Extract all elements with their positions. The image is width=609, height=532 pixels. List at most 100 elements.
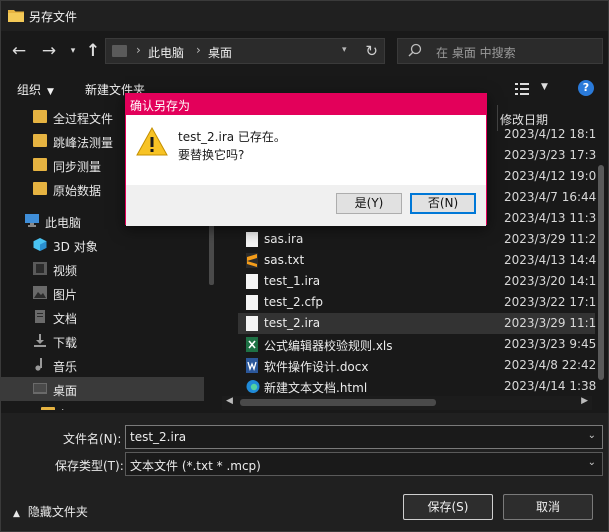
file-date: 2023/3/29 11:1 (504, 316, 597, 330)
search-input[interactable]: 在 桌面 中搜索 (397, 38, 603, 64)
file-name: 公式编辑器校验规则.xls (264, 339, 393, 353)
file-name: sas.txt (264, 253, 305, 267)
file-list-horizontal-scrollbar[interactable]: ◀ ▶ (222, 396, 592, 410)
chevron-down-icon[interactable]: ▾ (342, 45, 347, 55)
scrollbar-thumb[interactable] (598, 165, 604, 380)
save-file-window: 另存文件 ← → ▾ ↑ › 此电脑 › 桌面 ▾ ↻ 在 桌面 中搜索 组织 ▼… (0, 0, 609, 532)
breadcrumb-desktop[interactable]: 桌面 (208, 44, 232, 61)
file-row-test-2-cfp[interactable]: test_2.cfp 2023/3/22 17:1 (238, 292, 596, 313)
warning-icon (136, 127, 168, 156)
file-date: 2023/3/29 11:2 (504, 232, 597, 246)
file-icon (246, 295, 258, 310)
chevron-up-icon: ▲ (13, 509, 20, 519)
file-row-docx[interactable]: 软件操作设计.docx 2023/4/8 22:42 (238, 355, 597, 376)
nav-item-label: 跳峰法测量 (53, 136, 114, 150)
chevron-right-icon: › (196, 43, 201, 57)
nav-item-label: 下载 (53, 336, 78, 350)
nav-item-label: temp (61, 407, 92, 410)
nav-item-pictures[interactable]: 图片 (1, 281, 204, 305)
nav-item-label: 视频 (53, 264, 78, 278)
forward-button[interactable]: → (37, 39, 61, 63)
no-button[interactable]: 否(N) (410, 193, 476, 214)
nav-item-label: 3D 对象 (53, 240, 98, 254)
save-button[interactable]: 保存(S) (403, 494, 493, 520)
file-date: 2023/3/23 9:45 (504, 337, 597, 351)
file-date: 2023/4/14 1:38 (504, 379, 597, 393)
file-list-vertical-scrollbar[interactable] (592, 105, 608, 410)
filetype-select[interactable]: 文本文件 (*.txt * .mcp) ⌄ (125, 452, 603, 476)
3d-objects-icon (33, 238, 47, 251)
file-name: sas.ira (264, 232, 304, 246)
download-icon (34, 334, 46, 347)
save-form: 文件名(N): test_2.ira ⌄ 保存类型(T): 文本文件 (*.tx… (1, 413, 608, 531)
file-name: 软件操作设计.docx (264, 360, 369, 374)
chevron-down-icon[interactable]: ⌄ (588, 457, 596, 468)
nav-item-label: 桌面 (53, 384, 78, 398)
back-button[interactable]: ← (7, 39, 31, 63)
file-name: test_2.ira (264, 316, 321, 330)
nav-item-label: 图片 (53, 288, 78, 302)
filetype-value: 文本文件 (*.txt * .mcp) (130, 459, 261, 473)
documents-icon (35, 310, 45, 323)
file-name: 新建文本文档.html (264, 381, 368, 395)
view-options-icon[interactable] (515, 83, 529, 95)
file-row-sas-txt[interactable]: sas.txt 2023/4/13 14:4 (238, 250, 597, 271)
nav-item-temp[interactable]: temp (1, 402, 204, 410)
cancel-button[interactable]: 取消 (503, 494, 593, 520)
scroll-right-icon[interactable]: ▶ (581, 396, 588, 406)
folder-icon (33, 134, 47, 147)
file-name: test_2.cfp (264, 295, 323, 309)
organize-menu[interactable]: 组织 ▼ (17, 81, 54, 98)
file-row-html[interactable]: 新建文本文档.html 2023/4/14 1:38 (238, 376, 597, 397)
chevron-down-icon[interactable]: ⌄ (588, 430, 596, 441)
scroll-left-icon[interactable]: ◀ (226, 396, 233, 406)
desktop-icon (33, 383, 47, 394)
music-icon (35, 358, 42, 371)
nav-item-documents[interactable]: 文档 (1, 305, 204, 329)
nav-item-label: 文档 (53, 312, 78, 326)
folder-icon (112, 45, 127, 57)
file-row-sas-ira[interactable]: sas.ira 2023/3/29 11:2 (238, 229, 597, 250)
nav-item-desktop[interactable]: 桌面 (1, 377, 204, 401)
folder-icon (33, 110, 47, 123)
dialog-title: 确认另存为 (130, 99, 191, 113)
sublime-file-icon (246, 253, 258, 268)
nav-item-label: 同步测量 (53, 160, 102, 174)
nav-item-label: 音乐 (53, 360, 78, 374)
dialog-message-line2: 要替换它吗? (178, 148, 245, 162)
file-icon (246, 232, 258, 247)
refresh-icon[interactable]: ↻ (365, 42, 378, 60)
nav-item-downloads[interactable]: 下载 (1, 329, 204, 353)
file-row-xls[interactable]: 公式编辑器校验规则.xls 2023/3/23 9:45 (238, 334, 597, 355)
search-icon (408, 43, 422, 57)
file-row-test-1-ira[interactable]: test_1.ira 2023/3/20 14:1 (238, 271, 596, 292)
window-title: 另存文件 (29, 10, 78, 24)
chevron-right-icon: › (136, 43, 141, 57)
chevron-down-icon: ▼ (47, 87, 54, 97)
nav-item-3d-objects[interactable]: 3D 对象 (1, 233, 204, 257)
file-date: 2023/4/13 14:4 (504, 253, 597, 267)
breadcrumb-this-pc[interactable]: 此电脑 (148, 44, 184, 61)
up-button[interactable]: ↑ (81, 39, 105, 63)
file-date: 2023/4/8 22:42 (504, 358, 597, 372)
video-icon (33, 262, 47, 275)
address-bar[interactable]: › 此电脑 › 桌面 ▾ ↻ (105, 38, 385, 64)
file-icon (246, 274, 258, 289)
yes-button[interactable]: 是(Y) (336, 193, 402, 214)
excel-file-icon (246, 337, 258, 352)
chevron-down-icon[interactable]: ▼ (541, 82, 548, 92)
hide-folders-toggle[interactable]: ▲ 隐藏文件夹 (13, 503, 88, 520)
search-placeholder: 在 桌面 中搜索 (436, 46, 516, 60)
help-icon[interactable]: ? (578, 80, 594, 96)
nav-item-videos[interactable]: 视频 (1, 257, 204, 281)
file-row-test-2-ira[interactable]: test_2.ira 2023/3/29 11:1 (238, 313, 597, 334)
nav-item-music[interactable]: 音乐 (1, 353, 204, 377)
filename-field[interactable]: test_2.ira ⌄ (125, 425, 603, 449)
scrollbar-thumb[interactable] (240, 399, 436, 406)
edge-file-icon (246, 380, 260, 393)
folder-icon (41, 407, 55, 410)
file-icon (246, 316, 258, 331)
folder-icon (33, 158, 47, 171)
word-file-icon (246, 358, 258, 373)
file-date: 2023/4/12 18:1 (504, 127, 597, 141)
